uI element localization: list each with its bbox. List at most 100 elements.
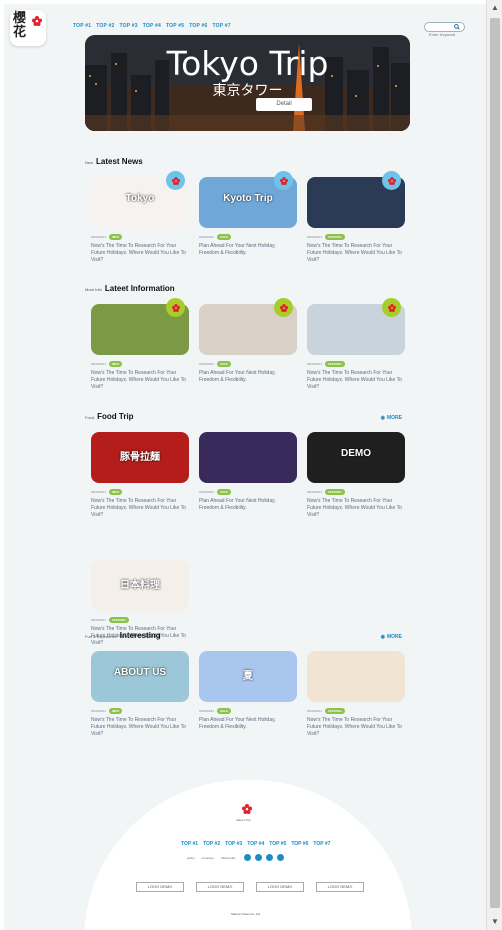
sakura-badge xyxy=(382,171,401,190)
card-text[interactable]: Plan Ahead For Your Next Holiday, Freedo… xyxy=(199,717,297,731)
card-image-text: Tokyo xyxy=(125,193,155,204)
card-text[interactable]: Now's The Time To Research For Your Futu… xyxy=(91,370,189,391)
news-card[interactable]: 03/09/2021 FESTIVAL Now's The Time To Rese… xyxy=(307,298,405,391)
news-card[interactable]: 豚骨拉麺 03/09/2021 INFO Now's The Time To Rese… xyxy=(91,432,189,519)
card-text[interactable]: Plan Ahead For Your Next Holiday, Freedo… xyxy=(199,370,297,384)
nav-link-2[interactable]: TOP #2 xyxy=(96,23,114,29)
card-tag: FESTIVAL xyxy=(325,489,346,495)
card-text[interactable]: Plan Ahead For Your Next Holiday, Freedo… xyxy=(199,498,297,512)
wechat-icon[interactable] xyxy=(266,854,274,861)
policy-link[interactable]: policy xyxy=(187,856,195,860)
whatsapp-icon[interactable] xyxy=(277,854,285,861)
twitter-icon[interactable] xyxy=(255,854,263,861)
section-title: Lateet Information xyxy=(104,284,175,293)
section-header: New Latest News xyxy=(85,157,402,166)
card-tag: SALE xyxy=(217,489,232,495)
sakura-logo-icon xyxy=(32,16,42,26)
card-text[interactable]: Now's The Time To Research For Your Futu… xyxy=(307,370,405,391)
news-card[interactable]: 03/09/2021 FESTIVAL Now's The Time To Rese… xyxy=(307,171,405,264)
news-card[interactable]: 03/09/2021 SALE Plan Ahead For Your Next H… xyxy=(199,298,297,384)
nav-link-6[interactable]: TOP #6 xyxy=(189,23,207,29)
footer-nav-link-5[interactable]: TOP #5 xyxy=(269,841,286,847)
news-card[interactable]: 03/09/2021 SALE Plan Ahead For Your Next H… xyxy=(199,432,297,512)
card-text[interactable]: Now's The Time To Research For Your Futu… xyxy=(307,243,405,264)
scroll-up-arrow-icon[interactable]: ▲ xyxy=(487,0,502,16)
card-text[interactable]: Now's The Time To Research For Your Futu… xyxy=(307,717,405,738)
card-meta: 03/09/2021 SALE xyxy=(199,708,297,714)
more-link[interactable]: ◉ MORE xyxy=(381,415,402,421)
card-meta: 03/09/2021 INFO xyxy=(91,489,189,495)
social-icons xyxy=(244,854,285,861)
nav-link-5[interactable]: TOP #5 xyxy=(166,23,184,29)
search-icon[interactable] xyxy=(454,24,460,30)
news-card[interactable]: DEMO 03/09/2021 FESTIVAL Now's The Time To … xyxy=(307,432,405,519)
card-date: 03/09/2021 xyxy=(91,235,107,239)
card-image[interactable]: 夏 xyxy=(199,651,297,702)
footer-nav-link-6[interactable]: TOP #6 xyxy=(291,841,308,847)
nav-link-4[interactable]: TOP #4 xyxy=(143,23,161,29)
card-image[interactable] xyxy=(307,651,405,702)
card-image[interactable]: DEMO xyxy=(307,432,405,483)
news-card[interactable]: Kyoto Trip 03/09/2021 SALE Plan Ahead For Y… xyxy=(199,171,297,257)
card-image[interactable]: 豚骨拉麺 xyxy=(91,432,189,483)
card-text[interactable]: Now's The Time To Research For Your Futu… xyxy=(91,498,189,519)
news-card[interactable]: 夏 03/09/2021 SALE Plan Ahead For Your Next … xyxy=(199,651,297,731)
partner-logo[interactable]: LOGO DEMO xyxy=(196,882,244,892)
nav-link-3[interactable]: TOP #3 xyxy=(120,23,138,29)
company-link[interactable]: company xyxy=(202,856,214,860)
footer-nav-link-3[interactable]: TOP #3 xyxy=(225,841,242,847)
news-card[interactable]: 03/09/2021 FESTIVAL Now's The Time To Rese… xyxy=(307,651,405,738)
site-logo[interactable]: 櫻花 xyxy=(10,10,46,46)
card-image-text: DEMO xyxy=(341,448,371,459)
card-tag: INFO xyxy=(109,708,123,714)
section-kicker: Fun & Experience xyxy=(85,634,117,639)
hero-banner: Tokyo Trip 東京タワー Detail xyxy=(85,35,410,131)
footer-nav-link-4[interactable]: TOP #4 xyxy=(247,841,264,847)
partner-logo[interactable]: LOGO DEMO xyxy=(256,882,304,892)
search-input[interactable] xyxy=(425,30,455,39)
card-image-text: ABOUT US xyxy=(113,667,167,678)
card-text[interactable]: Now's The Time To Research For Your Futu… xyxy=(307,498,405,519)
nav-link-7[interactable]: TOP #7 xyxy=(213,23,231,29)
card-date: 03/09/2021 xyxy=(91,709,107,713)
partner-logo[interactable]: LOGO DEMO xyxy=(316,882,364,892)
news-card[interactable]: Tokyo 03/09/2021 INFO Now's The Time To Res… xyxy=(91,171,189,264)
vertical-scrollbar[interactable]: ▲ ▼ xyxy=(486,0,502,930)
card-image[interactable] xyxy=(199,432,297,483)
card-date: 03/09/2021 xyxy=(307,235,323,239)
card-image[interactable]: ABOUT US xyxy=(91,651,189,702)
card-tag: SALE xyxy=(217,361,232,367)
news-card[interactable]: ABOUT US 03/09/2021 INFO Now's The Time To … xyxy=(91,651,189,738)
section-header: Food Food Trip ◉ MORE xyxy=(85,412,402,421)
section-kicker: Food xyxy=(85,415,95,420)
card-tag: INFO xyxy=(109,361,123,367)
detail-button[interactable]: Detail xyxy=(256,98,312,111)
card-date: 03/09/2021 xyxy=(199,709,215,713)
skype-icon[interactable] xyxy=(244,854,252,861)
footer-nav-link-2[interactable]: TOP #2 xyxy=(203,841,220,847)
sakura-badge xyxy=(382,298,401,317)
card-text[interactable]: Now's The Time To Research For Your Futu… xyxy=(91,243,189,264)
news-card[interactable]: 03/09/2021 INFO Now's The Time To Research… xyxy=(91,298,189,391)
top-navigation: TOP #1 TOP #2 TOP #3 TOP #4 TOP #5 TOP #… xyxy=(73,23,231,29)
footer-links: policy company follow links xyxy=(187,854,285,861)
partner-logo[interactable]: LOGO DEMO xyxy=(136,882,184,892)
card-tag: FESTIVAL xyxy=(325,708,346,714)
more-link[interactable]: ◉ MORE xyxy=(381,634,402,640)
card-text[interactable]: Plan Ahead For Your Next Holiday, Freedo… xyxy=(199,243,297,257)
card-text[interactable]: Now's The Time To Research For Your Futu… xyxy=(91,717,189,738)
card-image[interactable]: 日本料理 xyxy=(91,560,189,611)
card-meta: 03/09/2021 FESTIVAL xyxy=(307,234,405,240)
footer-nav-link-7[interactable]: TOP #7 xyxy=(313,841,330,847)
card-meta: 03/09/2021 SALE xyxy=(199,489,297,495)
hero-title: Tokyo Trip xyxy=(166,44,329,83)
card-date: 03/09/2021 xyxy=(91,618,107,622)
footer-nav-link-1[interactable]: TOP #1 xyxy=(181,841,198,847)
card-meta: 03/09/2021 INFO xyxy=(91,361,189,367)
card-tag: INFO xyxy=(109,489,123,495)
scroll-down-arrow-icon[interactable]: ▼ xyxy=(487,914,502,930)
nav-link-1[interactable]: TOP #1 xyxy=(73,23,91,29)
page: 櫻花 TOP #1 TOP #2 TOP #3 TOP #4 TOP #5 TO… xyxy=(4,4,486,930)
footer-logo-text: sakura Trip xyxy=(236,818,251,822)
scroll-thumb[interactable] xyxy=(490,18,500,908)
